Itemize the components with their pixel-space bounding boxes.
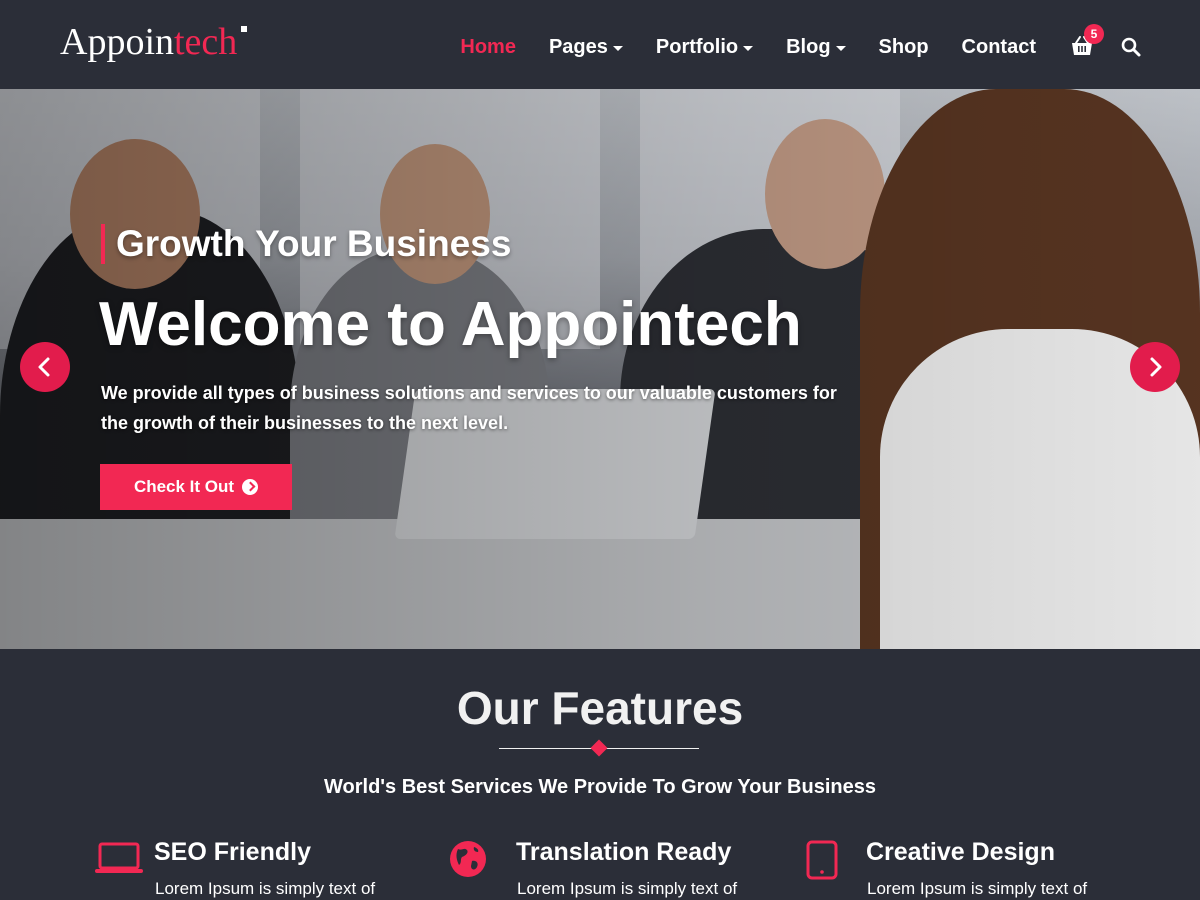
nav-item-label: Contact	[961, 35, 1036, 58]
caret-down-icon	[835, 46, 846, 51]
nav-item-contact[interactable]: Contact	[962, 36, 1036, 59]
nav-item-portfolio[interactable]: Portfolio	[655, 35, 754, 59]
arrow-circle-right-icon	[242, 479, 259, 495]
feature-title: Translation Ready	[516, 838, 732, 866]
search-button[interactable]	[1120, 36, 1142, 58]
nav-item-label: Pages	[548, 35, 608, 58]
search-icon	[1121, 37, 1141, 57]
slider-prev-button[interactable]	[20, 342, 70, 392]
logo-dot	[241, 26, 248, 32]
nav-item-shop[interactable]: Shop	[879, 36, 929, 59]
nav-item-label: Blog	[786, 35, 831, 58]
site-header: Appointech Home Pages Portfolio Blog Sho…	[0, 0, 1200, 89]
feature-text: Lorem Ipsum is simply text of	[867, 879, 1088, 898]
feature-text: Lorem Ipsum is simply text of	[155, 879, 376, 898]
tablet-icon	[806, 840, 838, 880]
caret-down-icon	[612, 46, 623, 51]
logo-text-prefix: Appoin	[60, 21, 174, 63]
features-section: Our Features World's Best Services We Pr…	[0, 649, 1200, 900]
nav-item-home[interactable]: Home	[460, 36, 516, 59]
laptop-icon	[95, 842, 143, 873]
globe-icon	[450, 841, 486, 877]
hero-subtitle: Growth Your Business	[101, 224, 511, 264]
nav-item-label: Shop	[878, 35, 929, 58]
main-nav: Home Pages Portfolio Blog Shop Contact 5	[427, 24, 1142, 66]
caret-down-icon	[743, 46, 754, 51]
feature-title: SEO Friendly	[154, 838, 311, 866]
check-it-out-button[interactable]: Check It Out	[100, 464, 292, 510]
features-title: Our Features	[456, 682, 744, 734]
cart-count-badge: 5	[1084, 24, 1104, 44]
features-subtitle: World's Best Services We Provide To Grow…	[324, 776, 876, 798]
cart-button[interactable]: 5	[1070, 24, 1104, 60]
slider-next-button[interactable]	[1130, 342, 1180, 392]
button-label: Check It Out	[133, 477, 235, 496]
divider-diamond-icon	[590, 739, 608, 757]
hero-description: We provide all types of business solutio…	[101, 383, 837, 433]
hero-slider: Growth Your Business Welcome to Appointe…	[0, 89, 1200, 649]
nav-item-label: Home	[460, 35, 516, 58]
hero-title: Welcome to Appointech	[99, 290, 802, 359]
feature-text: Lorem Ipsum is simply text of	[517, 879, 738, 898]
chevron-left-icon	[38, 357, 50, 377]
site-logo[interactable]: Appointech	[60, 20, 248, 64]
nav-item-pages[interactable]: Pages	[549, 36, 623, 59]
feature-title: Creative Design	[866, 838, 1055, 866]
nav-item-blog[interactable]: Blog	[786, 35, 846, 59]
nav-item-label: Portfolio	[655, 35, 739, 58]
hero-overlay	[0, 89, 1200, 649]
chevron-right-icon	[1150, 357, 1162, 377]
logo-text-suffix: tech	[174, 21, 238, 63]
